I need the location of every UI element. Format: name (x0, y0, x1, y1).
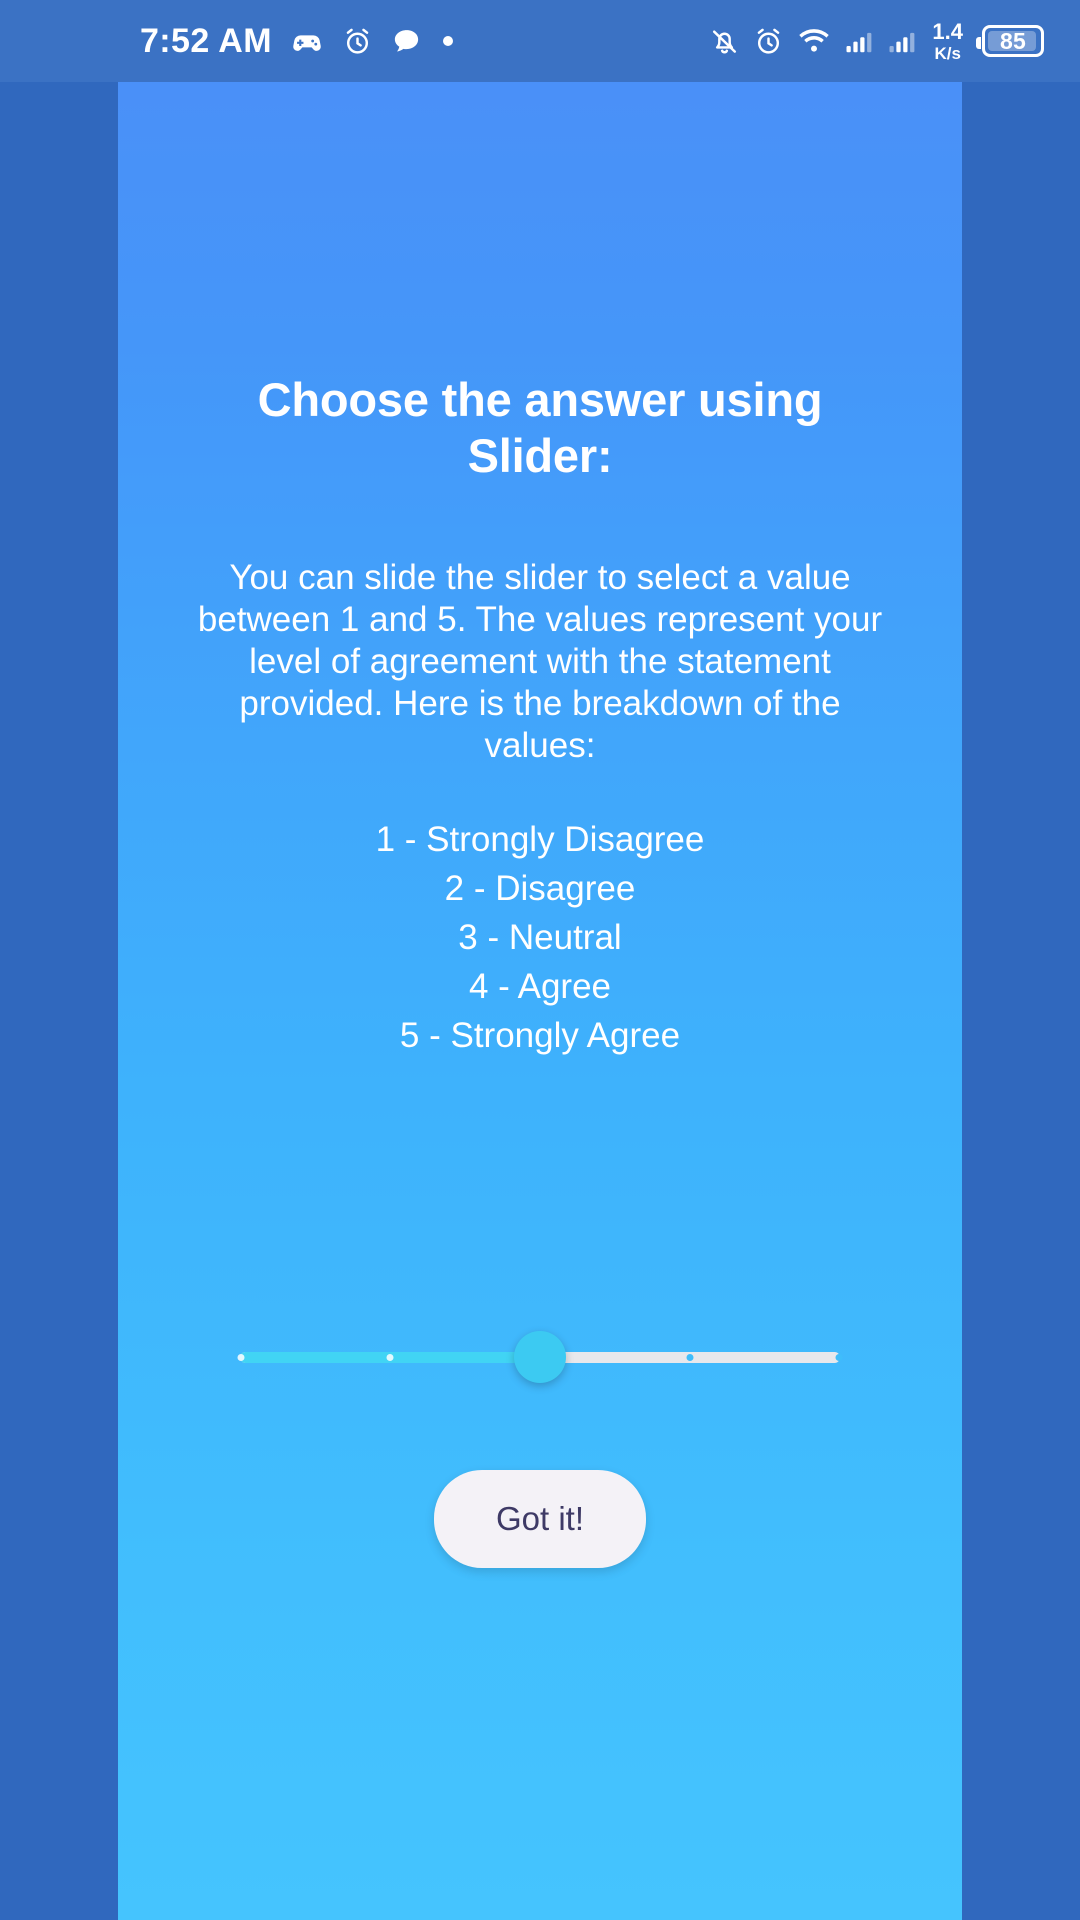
alarm-clock-icon (342, 26, 373, 57)
dialog-content: Choose the answer using Slider: You can … (118, 82, 962, 1064)
list-item: 5 - Strongly Agree (399, 1015, 681, 1055)
signal-bars-icon (887, 26, 917, 56)
dialog-title: Choose the answer using Slider: (257, 373, 823, 483)
battery-level-text: 85 (1000, 27, 1026, 54)
signal-bars-icon (844, 26, 874, 56)
slider-tick-5 (835, 1354, 843, 1361)
dialog-description: You can slide the slider to select a val… (197, 557, 883, 765)
slider-tick-2 (386, 1354, 394, 1361)
onboarding-dialog-card: Choose the answer using Slider: You can … (118, 82, 962, 1920)
dialog-actions: Got it! (118, 1470, 962, 1568)
slider-container (118, 1304, 962, 1408)
list-item: 1 - Strongly Disagree (375, 819, 705, 859)
list-item: 2 - Disagree (444, 868, 636, 908)
network-speed-indicator: 1.4 K/s (932, 18, 963, 63)
network-speed-value: 1.4 (932, 18, 963, 44)
status-bar-left-group: 7:52 AM (140, 22, 456, 61)
status-bar-right-group: 1.4 K/s 85 (709, 18, 1044, 63)
list-item: 4 - Agree (468, 966, 612, 1006)
phone-screen: 7:52 AM 1.4 K/s 85 Choose the answer usi… (0, 0, 1080, 1920)
list-item: 3 - Neutral (458, 917, 622, 957)
slider-tick-1 (237, 1354, 245, 1361)
status-bar: 7:52 AM 1.4 K/s 85 (0, 0, 1080, 82)
gamepad-icon (290, 24, 324, 58)
wifi-icon (797, 26, 831, 56)
network-speed-unit: K/s (934, 43, 961, 63)
rating-scale-list: 1 - Strongly Disagree 2 - Disagree 3 - N… (144, 819, 936, 1057)
battery-indicator: 85 (976, 25, 1044, 57)
slider-tick-4 (686, 1354, 694, 1361)
dot-icon (440, 33, 456, 49)
rating-slider[interactable] (237, 1304, 843, 1408)
got-it-button[interactable]: Got it! (433, 1470, 647, 1568)
slider-thumb[interactable] (514, 1331, 566, 1383)
chat-bubble-icon (391, 26, 422, 57)
status-bar-clock: 7:52 AM (140, 21, 272, 60)
bell-muted-icon (709, 26, 740, 57)
alarm-clock-icon (753, 26, 784, 57)
